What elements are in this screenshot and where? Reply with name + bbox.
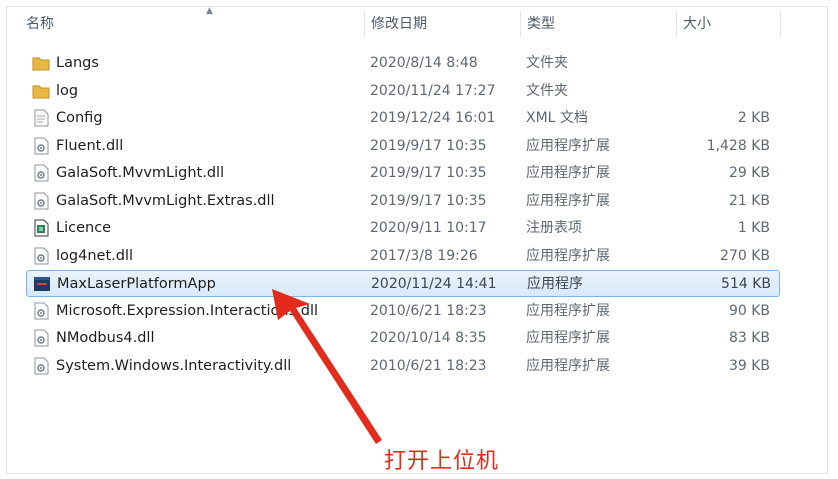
annotation-label: 打开上位机: [384, 449, 500, 474]
annotation-arrow: [272, 289, 382, 444]
